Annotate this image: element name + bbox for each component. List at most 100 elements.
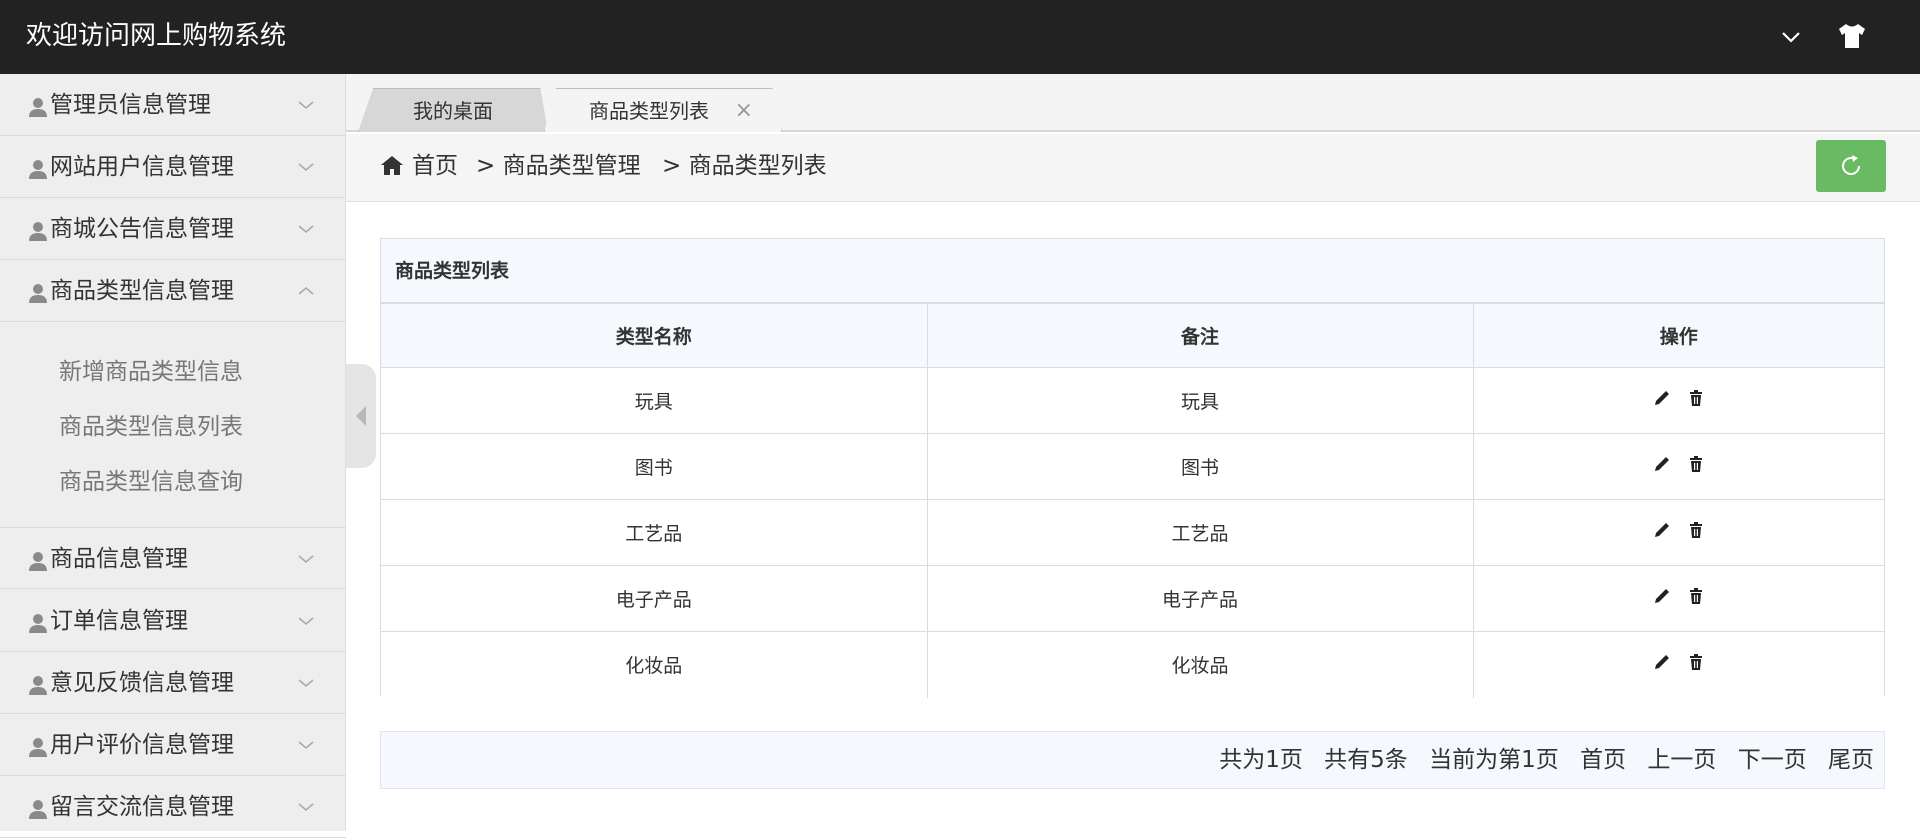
chevron-down-icon [298,101,314,110]
chevron-down-icon[interactable] [1776,22,1806,52]
breadcrumb: 首页 > 商品类型管理 > 商品类型列表 [346,134,1920,202]
sidebar-item-feedback[interactable]: 意见反馈信息管理 [0,652,346,714]
sidebar-collapse-handle[interactable] [346,364,376,468]
first-page-link[interactable]: 首页 [1580,747,1626,773]
table-row: 工艺品 工艺品 [381,499,1884,566]
last-page-link[interactable]: 尾页 [1828,747,1874,773]
total-pages: 共为1页 [1219,747,1303,773]
panel-header: 商品类型列表 [381,239,1884,303]
panel-title: 商品类型列表 [395,260,510,282]
sidebar-item-reviews[interactable]: 用户评价信息管理 [0,714,346,776]
note-cell: 图书 [926,433,1474,500]
type-name-cell: 工艺品 [381,499,928,566]
chevron-down-icon [298,163,314,172]
user-icon [29,284,47,303]
chevron-down-icon [298,803,314,812]
column-header: 类型名称 [381,303,928,368]
table-row: 图书 图书 [381,433,1884,500]
sidebar: 管理员信息管理 网站用户信息管理 商城公告信息管理 商品类型信息管理 新增商品类… [0,74,346,838]
sidebar-item-announcements[interactable]: 商城公告信息管理 [0,198,346,260]
sidebar-item-label: 商品类型信息管理 [50,278,234,304]
caret-left-icon [356,406,366,426]
tab-desktop[interactable]: 我的桌面 [358,88,548,132]
sidebar-item-messages[interactable]: 留言交流信息管理 [0,776,346,838]
tab-bar: 我的桌面 商品类型列表 × [346,74,1920,132]
next-page-link[interactable]: 下一页 [1738,747,1807,773]
actions-cell [1472,367,1884,434]
total-items: 共有5条 [1324,747,1408,773]
chevron-up-icon [298,286,314,295]
sidebar-item-products[interactable]: 商品信息管理 [0,527,346,589]
chevron-down-icon [298,679,314,688]
sidebar-item-label: 留言交流信息管理 [50,794,234,820]
sidebar-subitem-type-list[interactable]: 商品类型信息列表 [59,407,243,447]
chevron-down-icon [298,555,314,564]
trash-icon[interactable] [1686,454,1706,474]
note-cell: 化妆品 [926,631,1474,698]
top-header: 欢迎访问网上购物系统 [0,0,1920,74]
edit-icon[interactable] [1652,652,1672,672]
chevron-down-icon [298,741,314,750]
table-header-row: 类型名称 备注 操作 [381,303,1884,368]
actions-cell [1472,433,1884,500]
edit-icon[interactable] [1652,388,1672,408]
column-header: 操作 [1472,303,1884,368]
sidebar-subitem-type-query[interactable]: 商品类型信息查询 [59,462,243,502]
product-type-panel: 商品类型列表 类型名称 备注 操作 玩具 玩具 图书 图书 工艺品 工艺品 电子… [380,238,1885,698]
sidebar-item-orders[interactable]: 订单信息管理 [0,590,346,652]
breadcrumb-level2: > 商品类型列表 [662,153,827,179]
trash-icon[interactable] [1686,586,1706,606]
pagination: 共为1页 共有5条 当前为第1页 首页 上一页 下一页 尾页 [380,731,1885,789]
trash-icon[interactable] [1686,388,1706,408]
sidebar-item-label: 网站用户信息管理 [50,154,234,180]
chevron-down-icon [298,617,314,626]
tab-product-type-list[interactable]: 商品类型列表 × [544,88,782,132]
edit-icon[interactable] [1652,586,1672,606]
sidebar-item-label: 管理员信息管理 [50,92,211,118]
sidebar-item-label: 商城公告信息管理 [50,216,234,242]
home-icon [381,156,403,175]
breadcrumb-home[interactable]: 首页 [412,134,458,198]
sidebar-item-admin[interactable]: 管理员信息管理 [0,74,346,136]
prev-page-link[interactable]: 上一页 [1647,747,1716,773]
type-name-cell: 电子产品 [381,565,928,632]
user-icon [29,800,47,819]
note-cell: 电子产品 [926,565,1474,632]
refresh-icon [1842,155,1860,175]
trash-icon[interactable] [1686,652,1706,672]
sidebar-item-product-types[interactable]: 商品类型信息管理 [0,260,346,322]
sidebar-item-site-users[interactable]: 网站用户信息管理 [0,136,346,198]
shirt-icon[interactable] [1836,20,1868,52]
sidebar-subitem-add-type[interactable]: 新增商品类型信息 [59,352,243,392]
trash-icon[interactable] [1686,520,1706,540]
close-icon[interactable]: × [735,89,753,132]
sidebar-item-label: 意见反馈信息管理 [50,670,234,696]
table-row: 化妆品 化妆品 [381,631,1884,698]
actions-cell [1472,499,1884,566]
actions-cell [1472,565,1884,632]
tab-label: 商品类型列表 [589,99,709,123]
table-row: 玩具 玩具 [381,367,1884,434]
sidebar-item-label: 订单信息管理 [50,608,188,634]
edit-icon[interactable] [1652,520,1672,540]
user-icon [29,552,47,571]
pagination-items: 共为1页 共有5条 当前为第1页 首页 上一页 下一页 尾页 [1205,732,1874,788]
user-icon [29,738,47,757]
user-icon [29,614,47,633]
current-page: 当前为第1页 [1429,747,1559,773]
sidebar-item-label: 商品信息管理 [50,546,188,572]
note-cell: 玩具 [926,367,1474,434]
column-header: 备注 [926,303,1474,368]
chevron-down-icon [298,225,314,234]
edit-icon[interactable] [1652,454,1672,474]
product-type-table: 类型名称 备注 操作 玩具 玩具 图书 图书 工艺品 工艺品 电子产品 电子产品… [381,303,1884,698]
sidebar-item-label: 用户评价信息管理 [50,732,234,758]
user-icon [29,160,47,179]
user-icon [29,676,47,695]
breadcrumb-level1[interactable]: > 商品类型管理 [476,134,641,198]
table-row: 电子产品 电子产品 [381,565,1884,632]
user-icon [29,222,47,241]
app-title: 欢迎访问网上购物系统 [26,21,287,51]
user-icon [29,98,47,117]
refresh-button[interactable] [1816,140,1886,192]
